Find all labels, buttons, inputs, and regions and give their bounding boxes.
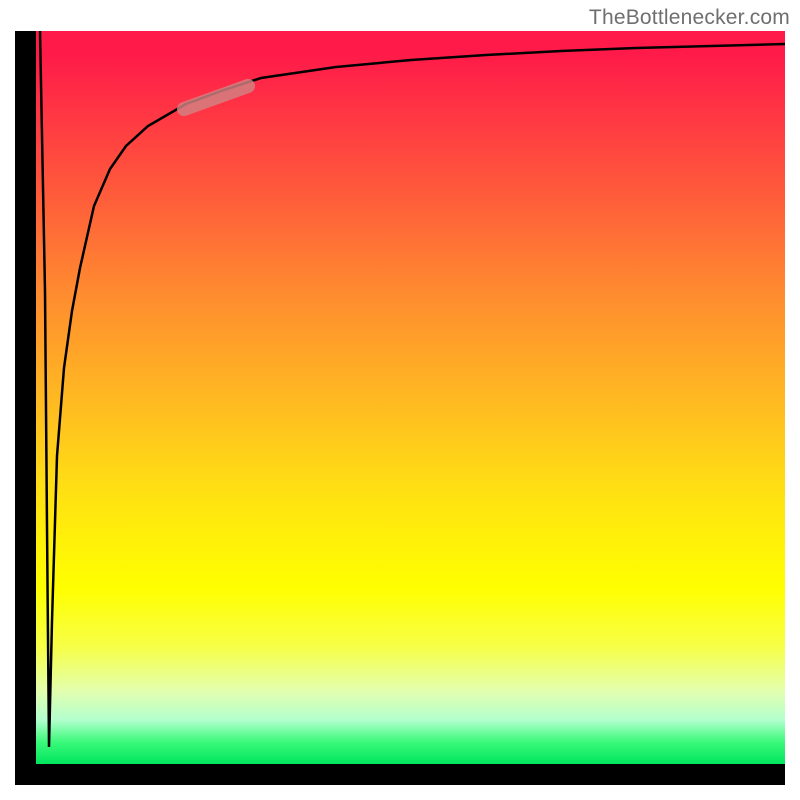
chart-container <box>15 31 785 785</box>
curve-layer <box>36 31 785 764</box>
highlight-marker <box>184 86 248 109</box>
y-axis-bar <box>15 31 36 764</box>
x-axis-bar <box>15 764 785 785</box>
plot-area <box>36 31 785 764</box>
bottleneck-curve <box>40 31 785 747</box>
watermark-text: TheBottlenecker.com <box>589 6 790 30</box>
